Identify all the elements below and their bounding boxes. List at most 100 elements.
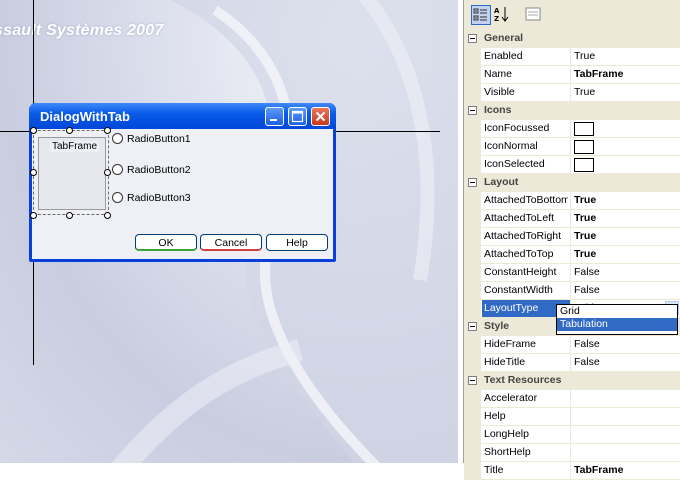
icon-swatch[interactable] — [574, 140, 594, 154]
dialog-titlebar[interactable]: DialogWithTab — [29, 103, 336, 129]
property-category[interactable]: General — [464, 30, 680, 48]
resize-handle[interactable] — [30, 169, 37, 176]
icon-swatch[interactable] — [574, 158, 594, 172]
radio-button-2[interactable]: RadioButton2 — [112, 164, 191, 177]
property-row[interactable]: Name TabFrame — [464, 66, 680, 84]
property-value[interactable] — [570, 156, 680, 173]
property-value[interactable]: True — [570, 192, 680, 209]
property-row[interactable]: AttachedToBottom True — [464, 192, 680, 210]
property-row[interactable]: AttachedToLeft True — [464, 210, 680, 228]
property-name: Enabled — [484, 50, 523, 62]
property-row[interactable]: Visible True — [464, 84, 680, 102]
property-value[interactable] — [570, 408, 680, 425]
tab-frame-label: TabFrame — [50, 141, 100, 152]
property-row[interactable]: IconNormal — [464, 138, 680, 156]
property-value[interactable]: False — [570, 282, 680, 299]
radio-button-3[interactable]: RadioButton3 — [112, 192, 191, 205]
property-row[interactable]: AttachedToTop True — [464, 246, 680, 264]
alphabetical-view-button[interactable]: AZ — [493, 5, 513, 25]
radio-label: RadioButton1 — [127, 133, 191, 145]
dropdown-option-tabulation[interactable]: Tabulation — [557, 318, 677, 331]
property-name: AttachedToLeft — [484, 212, 555, 224]
property-category[interactable]: Icons — [464, 102, 680, 120]
property-name: LongHelp — [484, 428, 529, 440]
resize-handle[interactable] — [104, 127, 111, 134]
property-row[interactable]: Accelerator — [464, 390, 680, 408]
property-row[interactable]: AttachedToRight True — [464, 228, 680, 246]
row-gutter — [464, 192, 481, 209]
property-value-text: False — [574, 338, 600, 350]
maximize-button[interactable] — [288, 107, 307, 126]
row-gutter — [464, 426, 481, 443]
property-value[interactable]: True — [570, 228, 680, 245]
property-name: Help — [484, 410, 506, 422]
layout-type-dropdown-list[interactable]: Grid Tabulation — [556, 304, 678, 335]
collapse-icon[interactable] — [468, 106, 477, 115]
dialog-title: DialogWithTab — [40, 109, 130, 124]
dropdown-option-grid[interactable]: Grid — [557, 305, 677, 318]
property-value-text: True — [574, 50, 596, 62]
resize-handle[interactable] — [104, 212, 111, 219]
property-row[interactable]: Enabled True — [464, 48, 680, 66]
property-row[interactable]: IconFocussed — [464, 120, 680, 138]
property-category[interactable]: Text Resources — [464, 372, 680, 390]
property-value-text: False — [574, 356, 600, 368]
resize-handle[interactable] — [30, 212, 37, 219]
tab-frame[interactable]: TabFrame — [38, 137, 106, 210]
collapse-icon[interactable] — [468, 322, 477, 331]
categorized-icon — [473, 8, 487, 21]
design-canvas[interactable]: ssault Systèmes 2007 DialogWithTab TabFr… — [0, 0, 458, 463]
radio-icon — [112, 192, 123, 203]
dialog-window[interactable]: DialogWithTab TabFrame RadioButton1 Radi… — [29, 103, 336, 262]
minimize-button[interactable] — [265, 107, 284, 126]
property-value[interactable]: TabFrame — [570, 66, 680, 83]
property-name: HideFrame — [484, 338, 536, 350]
property-pages-icon — [525, 7, 541, 21]
property-value[interactable]: True — [570, 84, 680, 101]
resize-handle[interactable] — [30, 127, 37, 134]
property-value[interactable] — [570, 390, 680, 407]
row-gutter — [464, 282, 481, 299]
property-value[interactable]: TabFrame — [570, 462, 680, 479]
property-row[interactable]: IconSelected — [464, 156, 680, 174]
collapse-icon[interactable] — [468, 34, 477, 43]
property-name: IconSelected — [484, 158, 545, 170]
property-value[interactable] — [570, 138, 680, 155]
property-value[interactable]: False — [570, 354, 680, 371]
property-row[interactable]: Help — [464, 408, 680, 426]
resize-handle[interactable] — [104, 169, 111, 176]
property-value[interactable]: True — [570, 48, 680, 65]
svg-text:Z: Z — [494, 15, 499, 23]
ok-button[interactable]: OK — [135, 234, 197, 251]
help-button[interactable]: Help — [266, 234, 328, 251]
property-row[interactable]: ShortHelp — [464, 444, 680, 462]
property-value[interactable]: True — [570, 210, 680, 227]
close-button[interactable] — [311, 107, 330, 126]
property-value[interactable] — [570, 426, 680, 443]
categorized-view-button[interactable] — [471, 5, 491, 25]
icon-swatch[interactable] — [574, 122, 594, 136]
property-name: AttachedToRight — [484, 230, 562, 242]
row-gutter — [464, 264, 481, 281]
cancel-button[interactable]: Cancel — [200, 234, 262, 251]
property-category[interactable]: Layout — [464, 174, 680, 192]
property-row[interactable]: Title TabFrame — [464, 462, 680, 480]
property-row[interactable]: ConstantHeight False — [464, 264, 680, 282]
property-value[interactable]: True — [570, 246, 680, 263]
resize-handle[interactable] — [66, 212, 73, 219]
collapse-icon[interactable] — [468, 178, 477, 187]
property-pages-button[interactable] — [524, 5, 544, 25]
property-value[interactable]: False — [570, 336, 680, 353]
property-value[interactable]: False — [570, 264, 680, 281]
property-row[interactable]: LongHelp — [464, 426, 680, 444]
property-row[interactable]: HideTitle False — [464, 354, 680, 372]
property-value[interactable] — [570, 120, 680, 137]
property-value[interactable] — [570, 444, 680, 461]
property-value-text: True — [574, 194, 597, 206]
collapse-icon[interactable] — [468, 376, 477, 385]
radio-button-1[interactable]: RadioButton1 — [112, 133, 191, 146]
property-row[interactable]: HideFrame False — [464, 336, 680, 354]
resize-handle[interactable] — [66, 127, 73, 134]
property-row[interactable]: ConstantWidth False — [464, 282, 680, 300]
row-gutter — [464, 246, 481, 263]
